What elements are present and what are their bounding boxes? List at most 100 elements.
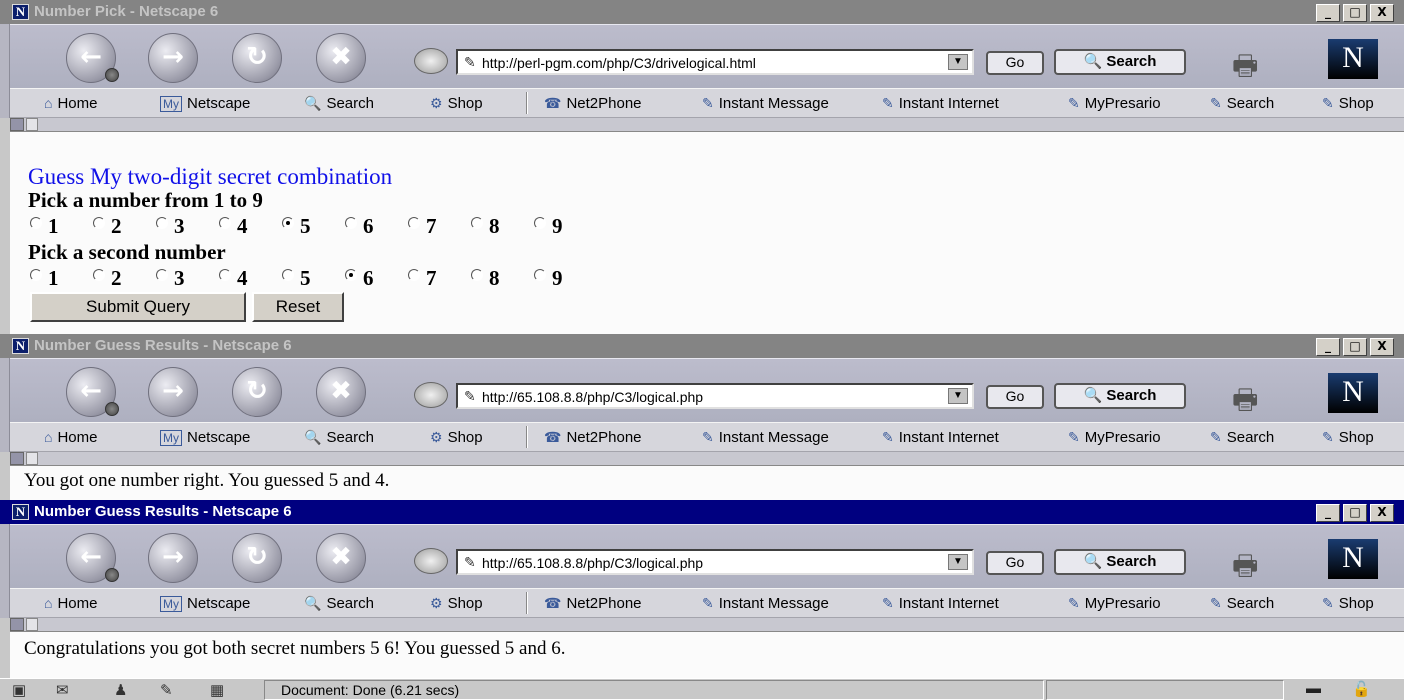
personal-item-instant-message[interactable]: ✎ Instant Message (702, 595, 829, 612)
radio-button[interactable] (282, 269, 294, 281)
security-lock-icon[interactable]: 🔓 (1352, 680, 1371, 698)
back-dropdown-icon[interactable] (105, 68, 119, 82)
radio-button[interactable] (345, 269, 357, 281)
collapse-toolbar-tab[interactable] (10, 618, 24, 631)
radio-option[interactable]: 1 (30, 266, 93, 290)
forward-button[interactable]: → (148, 533, 198, 583)
radio-option[interactable]: 8 (471, 266, 534, 290)
personal-item-shop[interactable]: ⚙ Shop (430, 595, 483, 612)
personal-item-my-netscape[interactable]: My Netscape (160, 595, 250, 612)
url-dropdown-icon[interactable]: ▼ (948, 554, 968, 570)
personal-item-search[interactable]: 🔍 Search (304, 595, 374, 612)
personal-item-net2phone[interactable]: ☎ Net2Phone (544, 595, 642, 612)
mail-icon[interactable]: ✉ (56, 681, 69, 699)
personal-item-home[interactable]: ⌂ Home (44, 595, 97, 612)
netscape-brand-icon[interactable]: N (1328, 39, 1378, 79)
radio-option[interactable]: 6 (345, 266, 408, 290)
radio-button[interactable] (282, 217, 294, 229)
minimize-button[interactable]: _ (1316, 504, 1340, 522)
radio-option[interactable]: 6 (345, 214, 408, 238)
print-icon[interactable]: 🖶 (1232, 45, 1288, 81)
go-button[interactable]: Go (986, 551, 1044, 575)
maximize-button[interactable]: □ (1343, 338, 1367, 356)
radio-button[interactable] (30, 269, 42, 281)
personal-item-net2phone[interactable]: ☎ Net2Phone (544, 95, 642, 112)
radio-option[interactable]: 9 (534, 214, 597, 238)
personal-item-shop-2[interactable]: ✎ Shop (1322, 95, 1374, 112)
history-dropdown-button[interactable] (414, 548, 448, 574)
print-icon[interactable]: 🖶 (1232, 379, 1288, 415)
personal-item-shop[interactable]: ⚙ Shop (430, 429, 483, 446)
radio-button[interactable] (156, 217, 168, 229)
url-dropdown-icon[interactable]: ▼ (948, 54, 968, 70)
radio-option[interactable]: 3 (156, 214, 219, 238)
reload-button[interactable]: ↻ (232, 33, 282, 83)
personal-item-shop-2[interactable]: ✎ Shop (1322, 595, 1374, 612)
toolbar-gripper[interactable] (0, 524, 10, 618)
personal-item-instant-message[interactable]: ✎ Instant Message (702, 429, 829, 446)
collapse-toolbar-tab[interactable] (26, 452, 38, 465)
radio-option[interactable]: 2 (93, 214, 156, 238)
radio-option[interactable]: 5 (282, 214, 345, 238)
radio-button[interactable] (93, 217, 105, 229)
back-dropdown-icon[interactable] (105, 402, 119, 416)
personal-item-mypresario[interactable]: ✎ MyPresario (1068, 429, 1161, 446)
back-dropdown-icon[interactable] (105, 568, 119, 582)
personal-item-search-2[interactable]: ✎ Search (1210, 429, 1274, 446)
minimize-button[interactable]: _ (1316, 4, 1340, 22)
radio-option[interactable]: 3 (156, 266, 219, 290)
netscape-brand-icon[interactable]: N (1328, 373, 1378, 413)
back-button[interactable]: ← (66, 533, 119, 583)
radio-button[interactable] (471, 217, 483, 229)
radio-button[interactable] (345, 217, 357, 229)
reload-button[interactable]: ↻ (232, 367, 282, 417)
personal-item-search-2[interactable]: ✎ Search (1210, 595, 1274, 612)
radio-button[interactable] (93, 269, 105, 281)
submit-button[interactable]: Submit Query (30, 292, 246, 322)
aim-icon[interactable]: ♟ (114, 681, 127, 699)
personal-item-net2phone[interactable]: ☎ Net2Phone (544, 429, 642, 446)
url-field[interactable]: ✎ http://65.108.8.8/php/C3/logical.php ▼ (456, 549, 974, 575)
collapse-toolbar-tab[interactable] (26, 618, 38, 631)
netscape-brand-icon[interactable]: N (1328, 539, 1378, 579)
personal-item-shop[interactable]: ⚙ Shop (430, 95, 483, 112)
address-book-icon[interactable]: ▦ (210, 681, 224, 699)
collapse-toolbar-tab[interactable] (10, 452, 24, 465)
history-dropdown-button[interactable] (414, 48, 448, 74)
maximize-button[interactable]: □ (1343, 4, 1367, 22)
search-button[interactable]: 🔍 Search (1054, 549, 1186, 575)
reset-button[interactable]: Reset (252, 292, 344, 322)
personal-item-mypresario[interactable]: ✎ MyPresario (1068, 595, 1161, 612)
personal-item-home[interactable]: ⌂ Home (44, 95, 97, 112)
collapse-toolbar-tab[interactable] (26, 118, 38, 131)
title-bar[interactable]: N Number Pick - Netscape 6 _ □ X (0, 0, 1404, 24)
personal-item-home[interactable]: ⌂ Home (44, 429, 97, 446)
url-field[interactable]: ✎ http://65.108.8.8/php/C3/logical.php ▼ (456, 383, 974, 409)
personal-item-instant-message[interactable]: ✎ Instant Message (702, 95, 829, 112)
close-button[interactable]: X (1370, 338, 1394, 356)
radio-button[interactable] (534, 269, 546, 281)
url-field[interactable]: ✎ http://perl-pgm.com/php/C3/drivelogica… (456, 49, 974, 75)
radio-button[interactable] (219, 269, 231, 281)
personal-item-search[interactable]: 🔍 Search (304, 95, 374, 112)
online-status-icon[interactable]: ▬ (1306, 680, 1321, 697)
radio-option[interactable]: 8 (471, 214, 534, 238)
search-button[interactable]: 🔍 Search (1054, 49, 1186, 75)
radio-option[interactable]: 7 (408, 266, 471, 290)
collapse-toolbar-tab[interactable] (10, 118, 24, 131)
personal-item-search-2[interactable]: ✎ Search (1210, 95, 1274, 112)
go-button[interactable]: Go (986, 385, 1044, 409)
back-button[interactable]: ← (66, 367, 119, 417)
radio-option[interactable]: 9 (534, 266, 597, 290)
radio-option[interactable]: 4 (219, 266, 282, 290)
close-button[interactable]: X (1370, 504, 1394, 522)
personal-item-my-netscape[interactable]: My Netscape (160, 429, 250, 446)
radio-option[interactable]: 7 (408, 214, 471, 238)
radio-button[interactable] (219, 217, 231, 229)
stop-button[interactable]: ✖ (316, 367, 366, 417)
stop-button[interactable]: ✖ (316, 33, 366, 83)
toolbar-gripper[interactable] (0, 24, 10, 118)
personal-item-search[interactable]: 🔍 Search (304, 429, 374, 446)
navigator-icon[interactable]: ▣ (12, 681, 26, 699)
history-dropdown-button[interactable] (414, 382, 448, 408)
